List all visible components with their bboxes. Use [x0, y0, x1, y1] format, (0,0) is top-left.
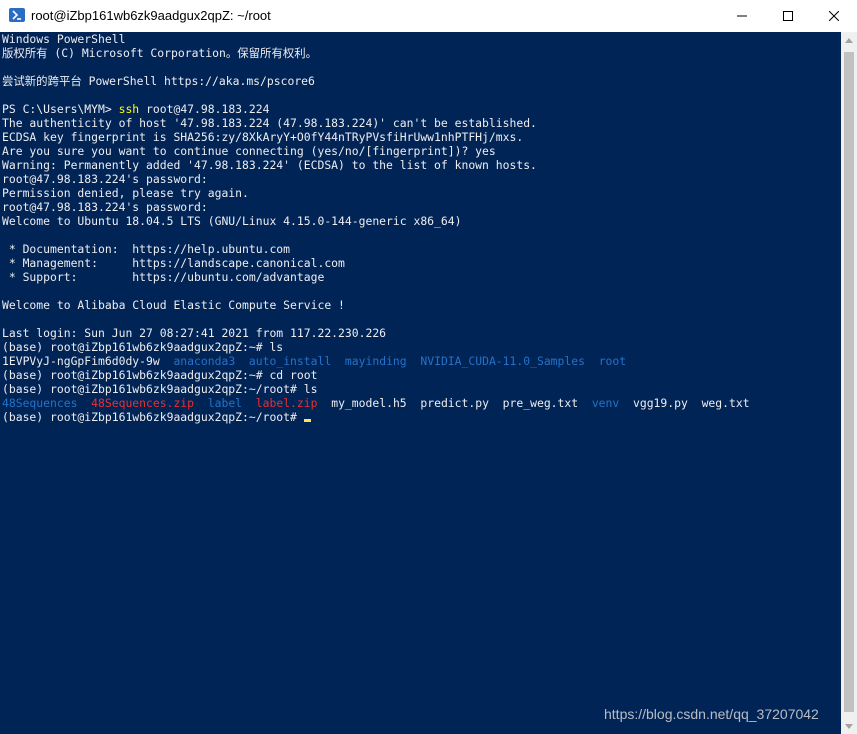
close-icon — [829, 11, 839, 21]
terminal-line: Permission denied, please try again. — [2, 186, 249, 200]
terminal-line: * Documentation: https://help.ubuntu.com — [2, 242, 291, 256]
file-entry: pre_weg.txt — [502, 396, 579, 410]
ps-prompt: PS C:\Users\MYM> — [2, 102, 119, 116]
terminal-line: PS C:\Users\MYM> ssh root@47.98.183.224 — [2, 102, 750, 116]
terminal-line: Welcome to Alibaba Cloud Elastic Compute… — [2, 298, 345, 312]
text-cursor — [303, 419, 311, 422]
maximize-button[interactable] — [765, 0, 811, 32]
dir-entry: mayinding — [344, 354, 407, 368]
terminal-line: The authenticity of host '47.98.183.224 … — [2, 116, 537, 130]
file-entry: vgg19.py — [632, 396, 688, 410]
watermark: https://blog.csdn.net/qq_37207042 — [604, 706, 819, 722]
archive-entry: 48Sequences.zip — [91, 396, 195, 410]
terminal-line: * Management: https://landscape.canonica… — [2, 256, 345, 270]
terminal-output: Windows PowerShell 版权所有 (C) Microsoft Co… — [2, 32, 750, 424]
scroll-up-button[interactable] — [841, 32, 857, 48]
scroll-thumb[interactable] — [844, 52, 854, 712]
terminal-line: Warning: Permanently added '47.98.183.22… — [2, 158, 537, 172]
file-entry: weg.txt — [701, 396, 750, 410]
file-entry: 1EVPVyJ-ngGpFim6d0dy-9w — [2, 354, 160, 368]
file-entry: predict.py — [420, 396, 489, 410]
terminal-line: 尝试新的跨平台 PowerShell https://aka.ms/pscore… — [2, 74, 315, 88]
terminal-line: (base) root@iZbp161wb6zk9aadgux2qpZ:~/ro… — [2, 382, 318, 396]
ssh-command: ssh — [118, 102, 140, 116]
file-entry: my_model.h5 — [331, 396, 407, 410]
terminal-line: * Support: https://ubuntu.com/advantage — [2, 270, 325, 284]
powershell-icon — [9, 8, 25, 22]
ls-output-root: 48Sequences 48Sequences.zip label label.… — [2, 396, 750, 410]
terminal-console[interactable]: Windows PowerShell 版权所有 (C) Microsoft Co… — [0, 32, 841, 734]
terminal-line: 版权所有 (C) Microsoft Corporation。保留所有权利。 — [2, 46, 317, 60]
shell-prompt: (base) root@iZbp161wb6zk9aadgux2qpZ:~/ro… — [2, 410, 304, 424]
scroll-down-button[interactable] — [841, 718, 857, 734]
dir-entry: root — [598, 354, 627, 368]
terminal-line: ECDSA key fingerprint is SHA256:zy/8XkAr… — [2, 130, 524, 144]
minimize-button[interactable] — [719, 0, 765, 32]
window-title: root@iZbp161wb6zk9aadgux2qpZ: ~/root — [31, 8, 271, 23]
dir-entry: anaconda3 — [173, 354, 236, 368]
terminal-line: Last login: Sun Jun 27 08:27:41 2021 fro… — [2, 326, 387, 340]
chevron-down-icon — [845, 723, 853, 729]
terminal-line: Windows PowerShell — [2, 32, 126, 46]
dir-entry: venv — [591, 396, 620, 410]
terminal-line: Are you sure you want to continue connec… — [2, 144, 496, 158]
dir-entry: auto_install — [248, 354, 332, 368]
archive-entry: label.zip — [255, 396, 318, 410]
terminal-line: (base) root@iZbp161wb6zk9aadgux2qpZ:~# l… — [2, 340, 284, 354]
title-bar[interactable]: root@iZbp161wb6zk9aadgux2qpZ: ~/root — [0, 0, 857, 33]
minimize-icon — [737, 15, 747, 17]
dir-entry: 48Sequences — [2, 396, 78, 410]
close-button[interactable] — [811, 0, 857, 32]
dir-entry: label — [207, 396, 243, 410]
terminal-line: root@47.98.183.224's password: — [2, 200, 208, 214]
active-prompt-line[interactable]: (base) root@iZbp161wb6zk9aadgux2qpZ:~/ro… — [2, 410, 750, 424]
terminal-line: Welcome to Ubuntu 18.04.5 LTS (GNU/Linux… — [2, 214, 462, 228]
dir-entry: NVIDIA_CUDA-11.0_Samples — [420, 354, 585, 368]
maximize-icon — [783, 11, 793, 21]
terminal-line: (base) root@iZbp161wb6zk9aadgux2qpZ:~# c… — [2, 368, 318, 382]
vertical-scrollbar[interactable] — [841, 32, 857, 734]
ls-output-home: 1EVPVyJ-ngGpFim6d0dy-9w anaconda3 auto_i… — [2, 354, 750, 368]
chevron-up-icon — [845, 37, 853, 43]
terminal-line: root@47.98.183.224's password: — [2, 172, 208, 186]
ssh-args: root@47.98.183.224 — [139, 102, 270, 116]
